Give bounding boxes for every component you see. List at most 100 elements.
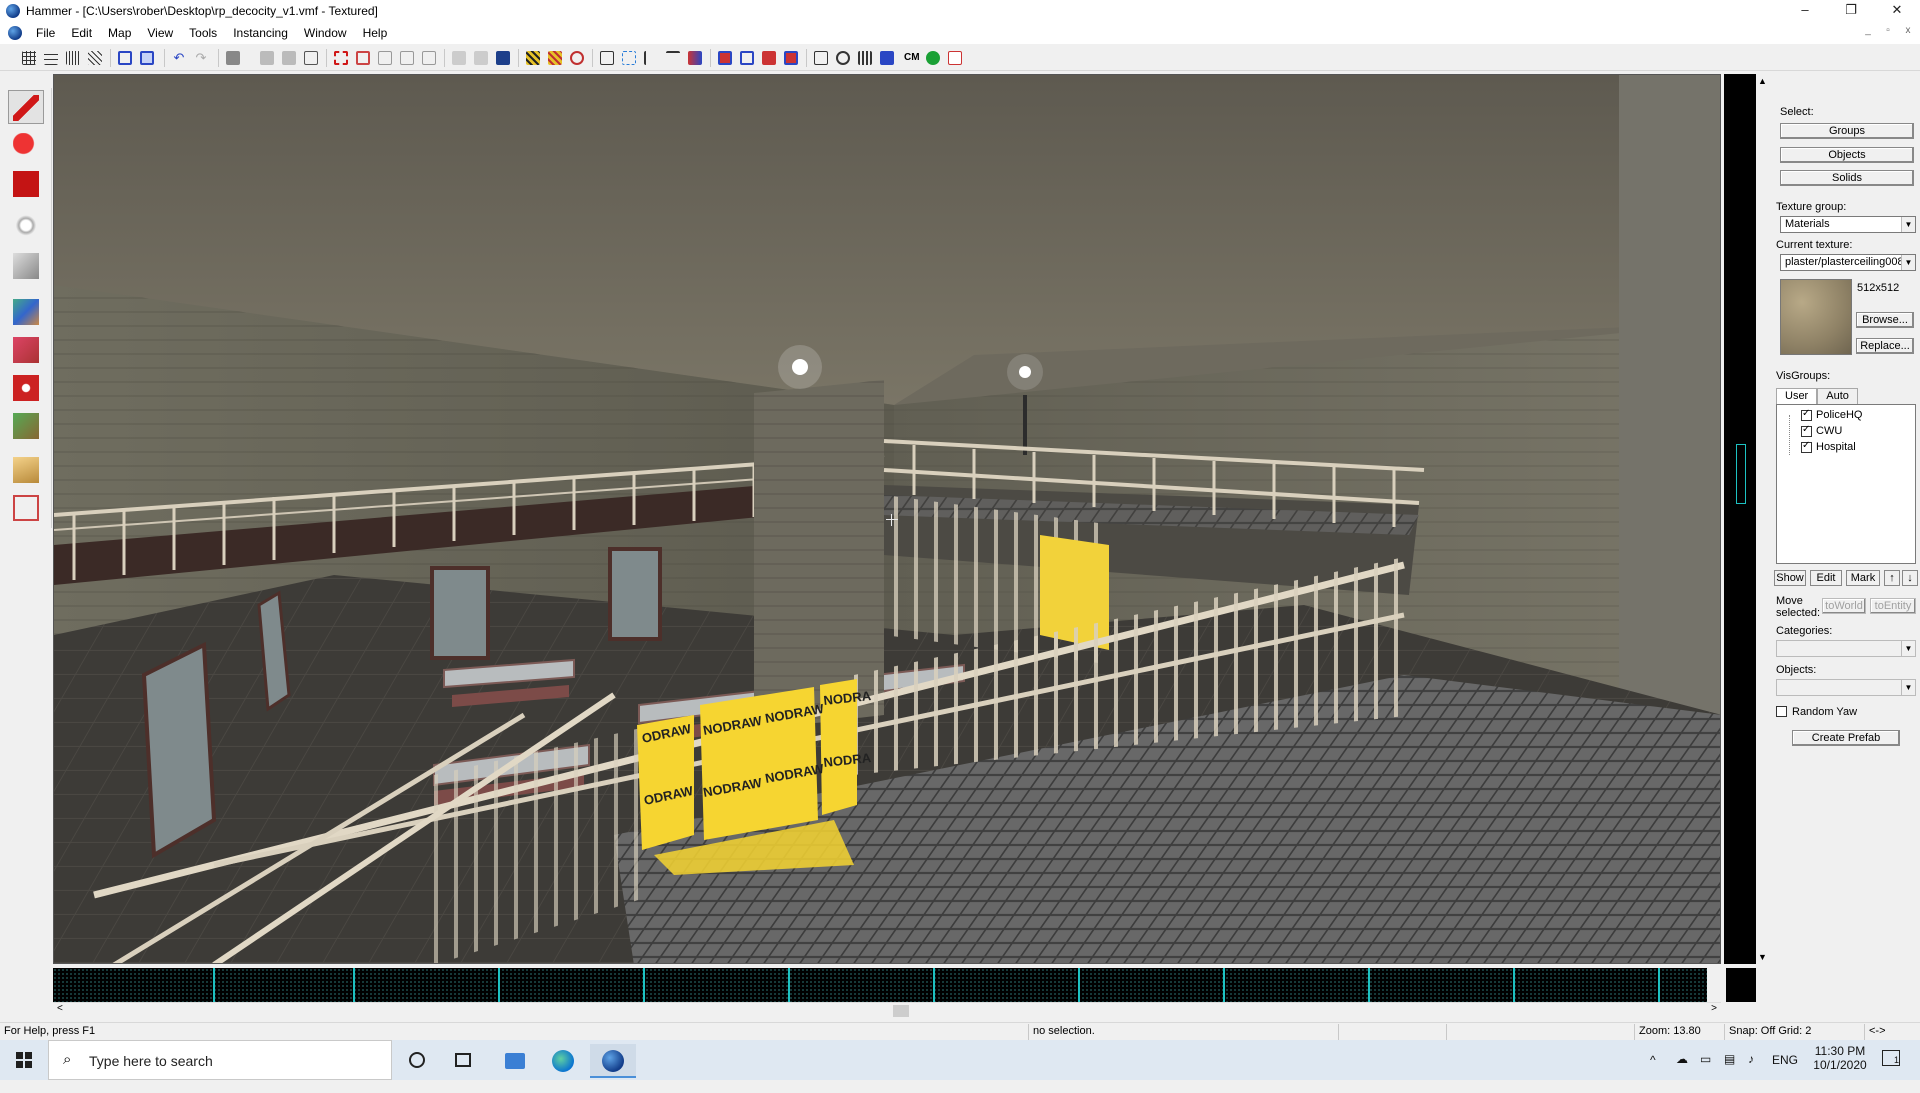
select-objects-button[interactable]: Objects — [1780, 147, 1914, 163]
texture-lock-icon[interactable] — [524, 49, 542, 67]
align-icon[interactable] — [642, 49, 660, 67]
random-yaw-checkbox[interactable] — [1776, 706, 1787, 717]
grid-3d-icon[interactable] — [42, 49, 60, 67]
cut-icon[interactable] — [450, 49, 468, 67]
print-icon[interactable] — [224, 49, 242, 67]
copy-selection-icon[interactable] — [472, 49, 490, 67]
mdi-minimize-button[interactable]: _ — [1860, 24, 1876, 38]
objects-select[interactable]: ▼ — [1776, 679, 1916, 696]
select-groups-button[interactable]: Groups — [1780, 123, 1914, 139]
magnify-tool-icon[interactable] — [8, 128, 44, 162]
visgroup-show-button[interactable]: Show — [1774, 570, 1806, 586]
visgroup-mark-button[interactable]: Mark — [1846, 570, 1880, 586]
minimize-button[interactable]: – — [1782, 0, 1828, 22]
edge-browser-icon[interactable] — [540, 1044, 586, 1078]
instances-icon[interactable] — [878, 49, 896, 67]
hammer-app-icon[interactable] — [6, 4, 20, 18]
tab-user[interactable]: User — [1776, 388, 1818, 404]
cubemap-icon[interactable]: CM — [902, 49, 920, 67]
menu-view[interactable]: View — [139, 26, 181, 40]
undo-icon[interactable]: ↶ — [170, 49, 188, 67]
visgroup-item[interactable]: Hospital — [1801, 440, 1856, 453]
selection-tool-icon[interactable] — [8, 90, 44, 124]
visgroup-edit-button[interactable]: Edit — [1810, 570, 1842, 586]
paste-special-icon[interactable] — [302, 49, 320, 67]
arrow-down-icon[interactable]: ↓ — [1902, 570, 1918, 586]
flip-vertical-icon[interactable] — [686, 49, 704, 67]
select-face-icon[interactable] — [354, 49, 372, 67]
block-tool-icon[interactable] — [8, 248, 44, 282]
show-all-icon[interactable] — [782, 49, 800, 67]
mdi-close-button[interactable]: x — [1900, 24, 1916, 38]
taskbar-search-box[interactable]: ⌕ Type here to search — [48, 1040, 392, 1080]
redo-icon[interactable]: ↷ — [192, 49, 210, 67]
select-solid-icon[interactable] — [398, 49, 416, 67]
checkbox[interactable] — [1801, 440, 1812, 453]
texture-tool-icon[interactable] — [8, 294, 44, 328]
chevron-down-icon[interactable]: ▼ — [1901, 217, 1915, 232]
categories-select[interactable]: ▼ — [1776, 640, 1916, 657]
horizontal-scrollbar[interactable]: < > — [53, 1002, 1721, 1018]
paste-selection-icon[interactable] — [494, 49, 512, 67]
checkbox[interactable] — [1801, 408, 1812, 421]
flip-horizontal-icon[interactable] — [664, 49, 682, 67]
browse-button[interactable]: Browse... — [1856, 312, 1914, 328]
notification-icon[interactable]: 1 — [1882, 1050, 1900, 1090]
document-icon[interactable] — [8, 26, 22, 40]
selection-box-icon[interactable] — [620, 49, 638, 67]
view2d-vertical-scrollbar[interactable] — [1707, 968, 1721, 1002]
clock[interactable]: 11:30 PM 10/1/2020 — [1810, 1044, 1870, 1084]
scroll-thumb[interactable] — [893, 1005, 909, 1017]
cordon-icon[interactable] — [856, 49, 874, 67]
chevron-down-icon[interactable]: ▼ — [1901, 641, 1915, 656]
menu-map[interactable]: Map — [100, 26, 139, 40]
to-entity-button[interactable]: toEntity — [1870, 598, 1916, 614]
scroll-right-icon[interactable]: > — [1711, 1003, 1717, 1014]
grid-larger-icon[interactable] — [86, 49, 104, 67]
chevron-down-icon[interactable]: ▼ — [1901, 680, 1915, 695]
restore-button[interactable]: ❐ — [1828, 0, 1874, 22]
chevron-up-icon[interactable]: ^ — [1650, 1053, 1656, 1093]
onedrive-icon[interactable]: ☁ — [1676, 1052, 1688, 1092]
checkbox[interactable] — [1801, 424, 1812, 437]
hide-objects-icon[interactable] — [716, 49, 734, 67]
tab-auto[interactable]: Auto — [1817, 388, 1858, 404]
chevron-down-icon[interactable]: ▼ — [1901, 255, 1915, 270]
mini-2d-viewport[interactable] — [1726, 968, 1756, 1002]
current-texture-select[interactable]: plaster/plasterceiling008 ▼ — [1780, 254, 1916, 271]
clipping-tool-icon[interactable] — [8, 452, 44, 486]
side-2d-viewport[interactable] — [1724, 74, 1756, 964]
grid-2d-viewport[interactable] — [53, 968, 1721, 1002]
hide-unselected-icon[interactable] — [760, 49, 778, 67]
cortana-icon[interactable] — [394, 1044, 440, 1078]
menu-tools[interactable]: Tools — [181, 26, 225, 40]
menu-file[interactable]: File — [28, 26, 63, 40]
decal-tool-icon[interactable] — [8, 370, 44, 404]
texture-group-select[interactable]: Materials ▼ — [1780, 216, 1916, 233]
hammer-taskbar-icon[interactable] — [590, 1044, 636, 1078]
close-button[interactable]: ✕ — [1874, 0, 1920, 22]
show-objects-icon[interactable] — [738, 49, 756, 67]
model-browser-icon[interactable] — [834, 49, 852, 67]
visgroup-item[interactable]: CWU — [1801, 424, 1842, 437]
texture-scale-lock-icon[interactable] — [546, 49, 564, 67]
run-map-icon[interactable] — [568, 49, 586, 67]
bounding-box-icon[interactable] — [598, 49, 616, 67]
mdi-restore-button[interactable]: ▫ — [1880, 24, 1896, 38]
scroll-down-icon[interactable]: ▼ — [1758, 952, 1767, 962]
apply-texture-icon[interactable] — [8, 332, 44, 366]
carve-icon[interactable] — [116, 49, 134, 67]
language-indicator[interactable]: ENG — [1772, 1053, 1798, 1093]
entity-tool-icon[interactable] — [8, 210, 44, 244]
grid-smaller-icon[interactable] — [64, 49, 82, 67]
meet-now-icon[interactable]: ▭ — [1700, 1052, 1711, 1092]
nodraw-toggle-icon[interactable] — [946, 49, 964, 67]
create-prefab-button[interactable]: Create Prefab — [1792, 730, 1900, 746]
volume-icon[interactable]: ♪ — [1748, 1052, 1754, 1092]
select-vertex-icon[interactable] — [332, 49, 350, 67]
menu-window[interactable]: Window — [296, 26, 355, 40]
scroll-left-icon[interactable]: < — [57, 1003, 63, 1014]
replace-button[interactable]: Replace... — [1856, 338, 1914, 354]
scroll-up-icon[interactable]: ▲ — [1758, 76, 1767, 86]
menu-edit[interactable]: Edit — [63, 26, 100, 40]
